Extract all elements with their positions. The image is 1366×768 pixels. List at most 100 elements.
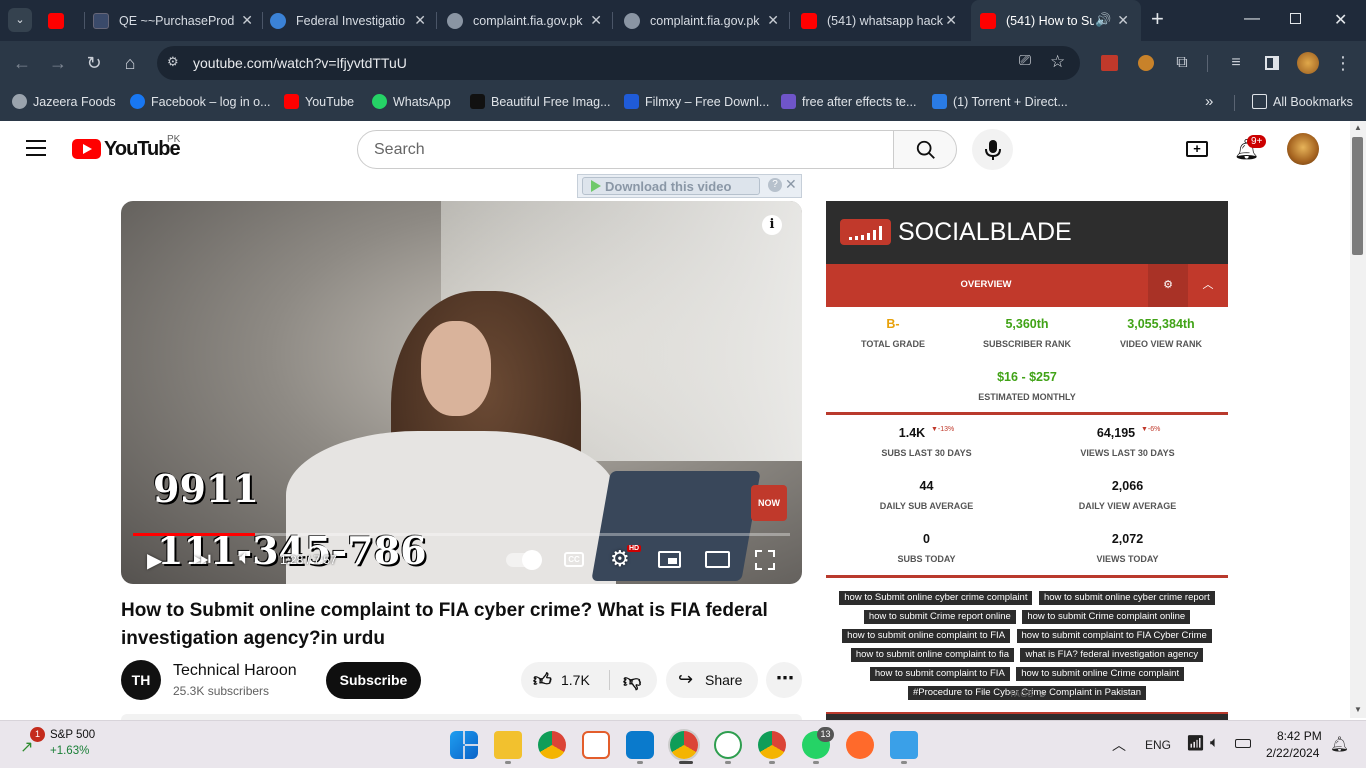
chrome-icon[interactable] <box>538 731 566 759</box>
share-button[interactable]: ↪ Share <box>666 662 758 698</box>
theater-mode-icon[interactable] <box>705 551 730 568</box>
close-tab-icon[interactable]: ✕ <box>241 12 253 29</box>
search-input[interactable]: Search <box>357 130 894 169</box>
create-video-icon[interactable]: + <box>1186 141 1208 157</box>
audio-playing-icon[interactable]: 🔊 <box>1095 12 1111 28</box>
language-indicator[interactable]: ENG <box>1145 738 1171 752</box>
close-window-icon[interactable]: ✕ <box>1334 10 1347 30</box>
bookmark-torrent[interactable]: (1) Torrent + Direct... <box>932 94 1068 109</box>
tag-chip[interactable]: how to submit online complaint to FIA <box>842 629 1011 643</box>
stock-widget[interactable]: ↗ 1 S&P 500 +1.63% <box>16 727 136 763</box>
tab-federal-investigation[interactable]: Federal Investigatio ✕ <box>270 0 426 41</box>
side-panel-icon[interactable] <box>1265 56 1279 70</box>
app-orange-icon[interactable] <box>582 731 610 759</box>
bookmark-facebook[interactable]: Facebook – log in o... <box>130 94 271 109</box>
tab-search-button[interactable]: ⌄ <box>8 8 32 32</box>
cookie-extension-icon[interactable] <box>1138 55 1154 71</box>
new-tab-button[interactable]: + <box>1151 8 1164 30</box>
install-app-icon[interactable]: ⎚ <box>1019 52 1031 69</box>
notepad-icon[interactable] <box>890 731 918 759</box>
fullscreen-icon[interactable] <box>755 550 775 570</box>
tab-purchase[interactable]: QE ~~PurchaseProd ✕ <box>93 0 253 41</box>
notification-center-icon[interactable]: 🔔︎ <box>1330 735 1349 753</box>
profile-avatar-icon[interactable] <box>1297 52 1319 74</box>
tag-chip[interactable]: how to submit online cyber crime report <box>1038 591 1215 605</box>
chrome-profile-2-icon[interactable] <box>758 731 786 759</box>
like-button[interactable]: 👍︎ 1.7K <box>521 662 609 698</box>
tray-expand-icon[interactable]: ︿ <box>1112 735 1126 755</box>
next-icon[interactable]: ⏭ <box>193 548 211 571</box>
search-button[interactable] <box>893 130 957 169</box>
help-icon[interactable]: ? <box>768 178 782 192</box>
browser-menu-icon[interactable]: ⋮ <box>1331 51 1355 75</box>
hamburger-menu-icon[interactable] <box>26 140 46 156</box>
scroll-up-arrow-icon[interactable]: ▲ <box>1354 123 1362 132</box>
dislike-button[interactable]: 👎︎ <box>610 662 657 698</box>
clock-time[interactable]: 8:42 PM <box>1277 729 1322 743</box>
reading-list-icon[interactable]: ≡ <box>1224 51 1248 75</box>
tag-chip[interactable]: what is FIA? federal investigation agenc… <box>1020 648 1204 662</box>
site-info-icon[interactable]: ⚙ <box>167 54 179 70</box>
close-tab-icon[interactable]: ✕ <box>590 12 602 29</box>
voice-search-button[interactable] <box>972 129 1013 170</box>
bookmark-star-icon[interactable]: ☆ <box>1050 52 1065 72</box>
bookmark-filmxy[interactable]: Filmxy – Free Downl... <box>624 94 769 109</box>
minimize-icon[interactable]: — <box>1244 10 1260 28</box>
close-icon[interactable]: ✕ <box>785 176 797 193</box>
all-bookmarks[interactable]: All Bookmarks <box>1252 94 1353 109</box>
tab-active-how-to[interactable]: (541) How to Su 🔊 ✕ <box>971 0 1141 41</box>
clock-date[interactable]: 2/22/2024 <box>1266 746 1319 760</box>
tab-whatsapp-hack[interactable]: (541) whatsapp hack ✕ <box>801 0 957 41</box>
account-avatar[interactable] <box>1287 133 1319 165</box>
youtube-logo[interactable]: YouTube <box>72 138 181 160</box>
reload-icon[interactable]: ↻ <box>82 51 106 75</box>
pen-app-icon[interactable] <box>846 731 874 759</box>
restore-icon[interactable] <box>1290 13 1301 24</box>
back-icon[interactable]: ← <box>10 51 34 75</box>
socialblade-collapse-icon[interactable]: ︿ <box>1188 264 1228 307</box>
speaker-icon[interactable]: 🔈︎ <box>1210 734 1219 751</box>
forward-icon[interactable]: → <box>46 51 70 75</box>
download-video-bar[interactable]: Download this video ? ✕ <box>577 174 802 198</box>
file-explorer-icon[interactable] <box>494 731 522 759</box>
bookmark-free-images[interactable]: Beautiful Free Imag... <box>470 94 611 109</box>
subscribe-button[interactable]: Subscribe <box>326 662 421 699</box>
start-windows-icon[interactable] <box>450 731 478 759</box>
download-video-button[interactable]: Download this video <box>582 177 760 195</box>
bookmark-youtube[interactable]: YouTube <box>284 94 354 109</box>
more-actions-button[interactable]: ⋯ <box>766 662 802 698</box>
tag-chip[interactable]: how to submit Crime report online <box>863 610 1016 624</box>
battery-icon[interactable] <box>1235 739 1251 748</box>
tag-chip[interactable]: how to submit Crime complaint online <box>1022 610 1191 624</box>
tab-youtube-pinned[interactable] <box>48 0 78 41</box>
autoplay-toggle[interactable] <box>506 550 542 570</box>
miniplayer-icon[interactable] <box>658 551 681 568</box>
vscode-icon[interactable] <box>626 731 654 759</box>
wifi-icon[interactable]: 📶︎ <box>1186 734 1205 752</box>
tag-chip[interactable]: how to submit complaint to FIA <box>869 667 1010 681</box>
close-tab-icon[interactable]: ✕ <box>1117 12 1129 29</box>
bookmark-jazeera[interactable]: Jazeera Foods <box>12 94 116 109</box>
more-bookmarks-icon[interactable]: » <box>1205 93 1213 110</box>
video-player[interactable]: i 9911 111-345-786 NOW ▶ ⏭ 🔈︎ 1:28 / 7:5… <box>121 201 802 584</box>
bookmark-whatsapp[interactable]: WhatsApp <box>372 94 451 109</box>
tag-chip[interactable]: how to Submit online cyber crime complai… <box>839 591 1033 605</box>
close-tab-icon[interactable]: ✕ <box>414 12 426 29</box>
extensions-puzzle-icon[interactable]: ⧉ <box>1170 51 1194 75</box>
overview-tab[interactable]: OVERVIEW <box>826 279 1146 290</box>
url-text[interactable]: youtube.com/watch?v=lfjyvtdTTuU <box>193 55 407 71</box>
close-tab-icon[interactable]: ✕ <box>767 12 779 29</box>
channel-name[interactable]: Technical Haroon <box>173 662 297 680</box>
scrollbar-thumb[interactable] <box>1352 137 1363 255</box>
tag-chip[interactable]: how to submit complaint to FIA Cyber Cri… <box>1016 629 1212 643</box>
tab-complaint-fia-1[interactable]: complaint.fia.gov.pk ✕ <box>447 0 602 41</box>
captions-icon[interactable]: CC <box>564 552 584 567</box>
tag-chip[interactable]: how to submit online complaint to fia <box>850 648 1014 662</box>
home-icon[interactable]: ⌂ <box>118 51 142 75</box>
video-info-icon[interactable]: i <box>762 215 782 235</box>
tab-complaint-fia-2[interactable]: complaint.fia.gov.pk ✕ <box>624 0 779 41</box>
video-progress-track[interactable] <box>133 533 790 536</box>
volume-icon[interactable]: 🔈︎ <box>239 547 251 570</box>
address-bar[interactable]: ⚙ youtube.com/watch?v=lfjyvtdTTuU ⎚ ☆ <box>157 46 1080 80</box>
socialblade-settings-icon[interactable]: ⚙ <box>1148 264 1188 307</box>
